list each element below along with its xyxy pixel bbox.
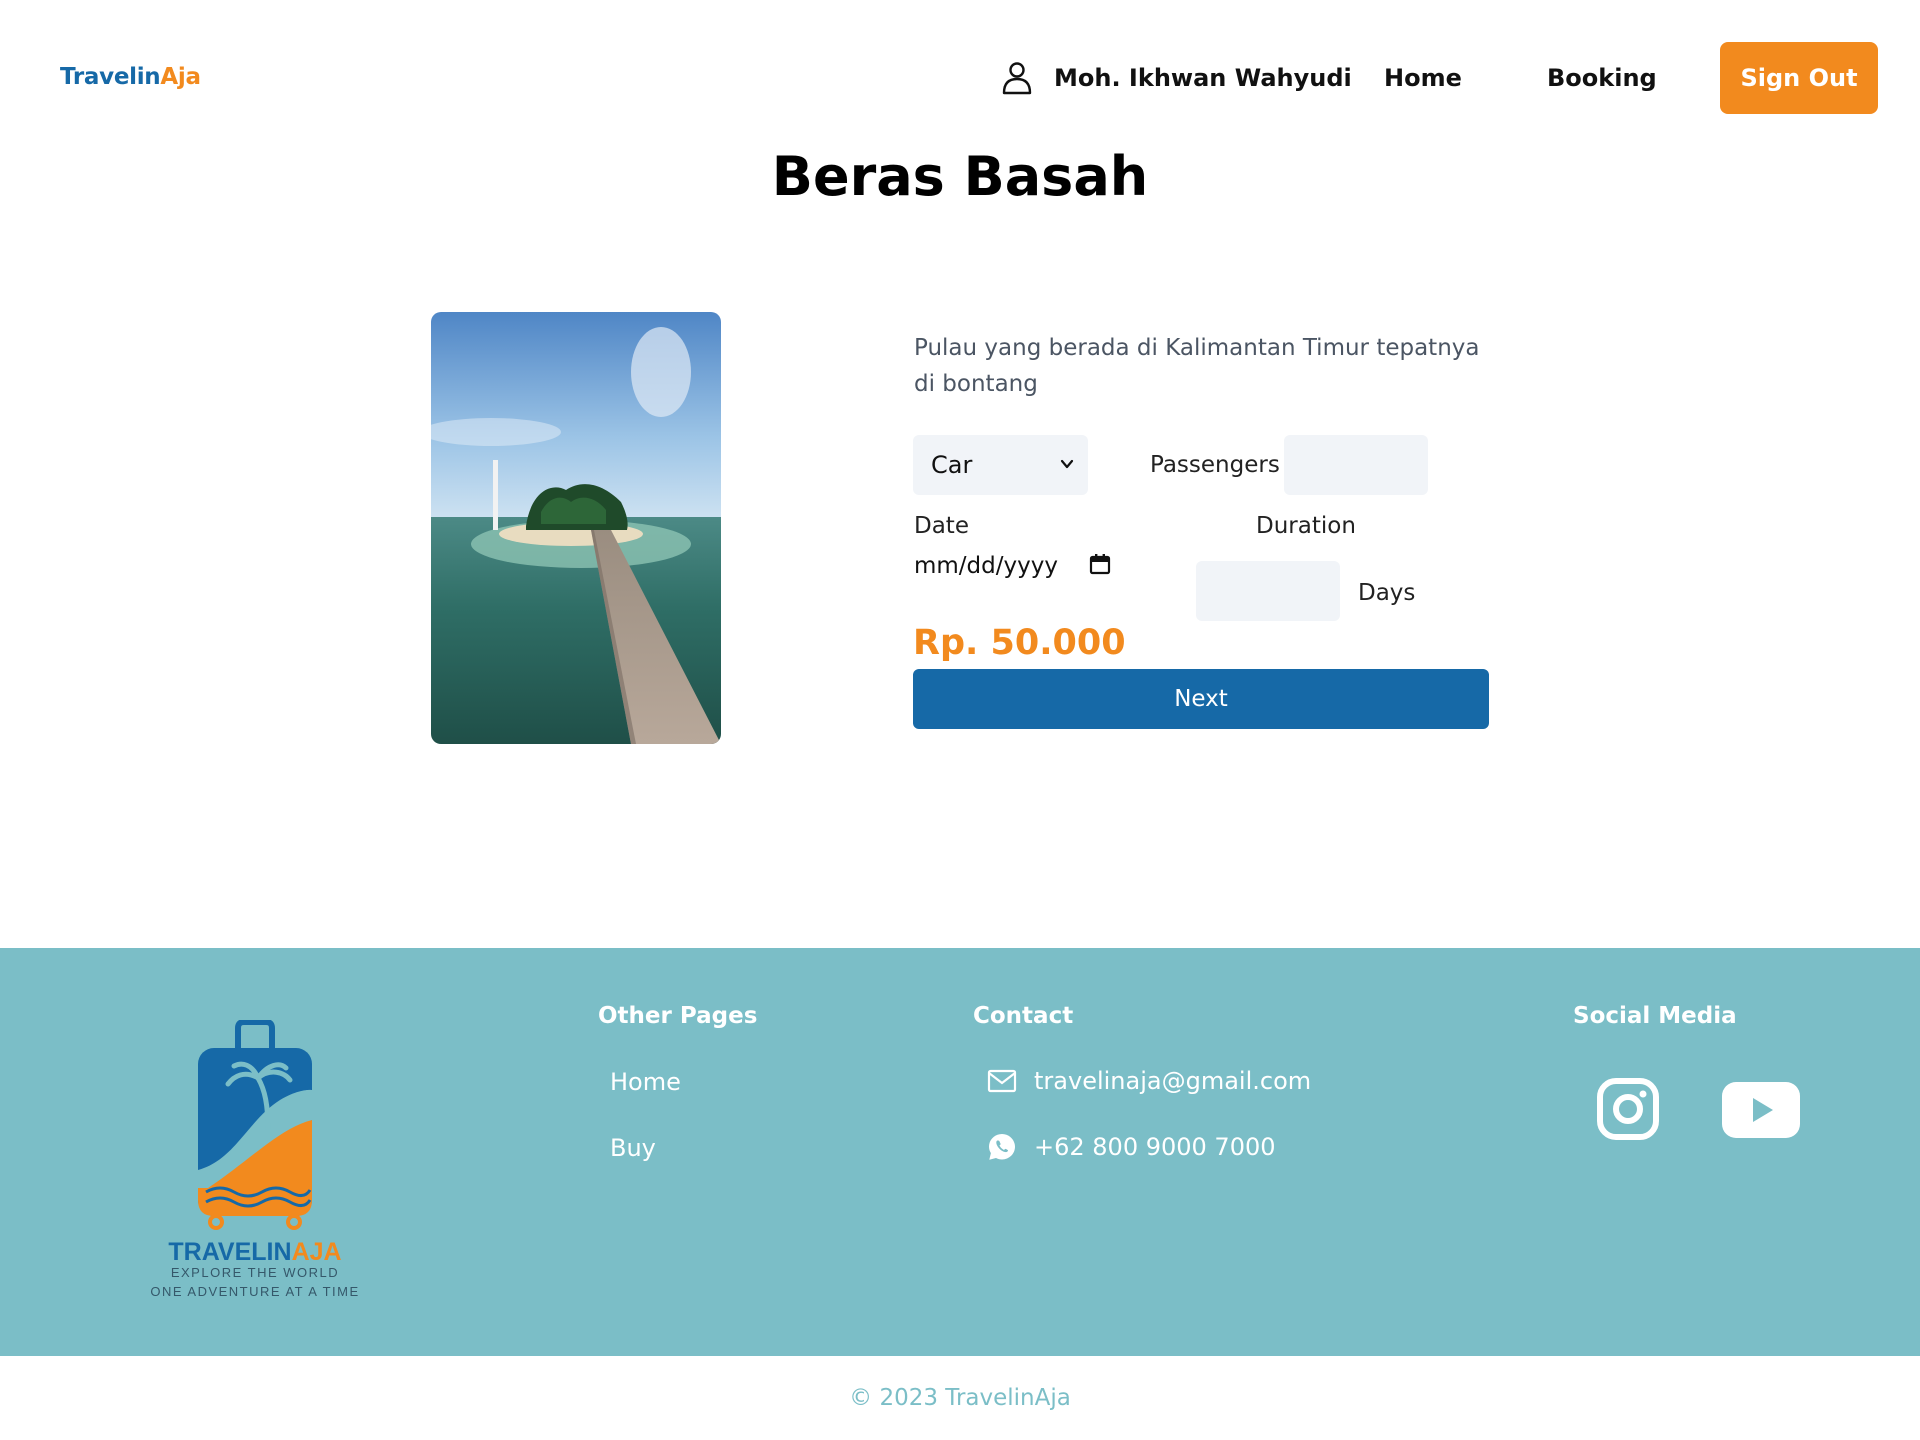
passengers-label: Passengers bbox=[1150, 452, 1280, 478]
destination-image bbox=[431, 312, 721, 744]
navbar: TravelinAja Moh. Ikhwan Wahyudi Home Boo… bbox=[0, 0, 1920, 160]
contact-heading: Contact bbox=[973, 1003, 1074, 1029]
contact-phone-text: +62 800 9000 7000 bbox=[1034, 1133, 1276, 1161]
contact-phone[interactable]: +62 800 9000 7000 bbox=[987, 1130, 1276, 1164]
brand-logo[interactable]: TravelinAja bbox=[60, 64, 201, 90]
social-media-heading: Social Media bbox=[1573, 1003, 1737, 1029]
contact-email[interactable]: travelinaja@gmail.com bbox=[987, 1064, 1311, 1098]
youtube-icon[interactable] bbox=[1722, 1082, 1800, 1138]
date-input[interactable]: mm/dd/yyyy bbox=[914, 550, 1114, 582]
vehicle-select-value: Car bbox=[931, 451, 973, 479]
price-display: Rp. 50.000 bbox=[913, 623, 1126, 663]
sign-out-button[interactable]: Sign Out bbox=[1720, 42, 1878, 114]
user-name: Moh. Ikhwan Wahyudi bbox=[1054, 64, 1352, 92]
chevron-down-icon bbox=[1060, 459, 1074, 469]
date-label: Date bbox=[914, 513, 969, 539]
footer-link-buy[interactable]: Buy bbox=[610, 1134, 656, 1162]
logo-tagline-2: ONE ADVENTURE AT A TIME bbox=[150, 1284, 359, 1299]
logo-text-part2: AJA bbox=[292, 1238, 342, 1266]
nav-link-booking[interactable]: Booking bbox=[1547, 64, 1657, 92]
vehicle-select[interactable]: Car bbox=[913, 435, 1088, 495]
user-profile[interactable]: Moh. Ikhwan Wahyudi bbox=[998, 58, 1352, 98]
user-icon bbox=[1002, 62, 1032, 95]
island-photo-icon bbox=[431, 312, 721, 744]
nav-link-home[interactable]: Home bbox=[1384, 64, 1462, 92]
whatsapp-icon bbox=[989, 1134, 1015, 1160]
copyright: © 2023 TravelinAja bbox=[849, 1385, 1071, 1411]
svg-text:TRAVELINAJA: TRAVELINAJA bbox=[168, 1238, 341, 1266]
mail-icon bbox=[987, 1069, 1017, 1093]
destination-description: Pulau yang berada di Kalimantan Timur te… bbox=[914, 335, 1480, 397]
suitcase-logo-icon: TRAVELINAJA EXPLORE THE WORLD ONE ADVENT… bbox=[150, 1019, 359, 1299]
duration-label: Duration bbox=[1256, 513, 1356, 539]
other-pages-heading: Other Pages bbox=[598, 1003, 758, 1029]
instagram-icon[interactable] bbox=[1596, 1077, 1660, 1141]
days-label: Days bbox=[1358, 580, 1416, 606]
next-button[interactable]: Next bbox=[913, 669, 1489, 729]
passengers-input[interactable] bbox=[1284, 435, 1428, 495]
brand-part1: Travelin bbox=[60, 64, 161, 90]
footer-logo: TRAVELINAJA EXPLORE THE WORLD ONE ADVENT… bbox=[130, 1019, 380, 1310]
calendar-icon[interactable] bbox=[1088, 552, 1112, 576]
footer-link-home[interactable]: Home bbox=[610, 1068, 681, 1096]
contact-email-text: travelinaja@gmail.com bbox=[1034, 1067, 1312, 1095]
logo-tagline-1: EXPLORE THE WORLD bbox=[171, 1265, 339, 1280]
logo-text-part1: TRAVELIN bbox=[168, 1238, 291, 1266]
date-placeholder: mm/dd/yyyy bbox=[914, 553, 1058, 579]
page-title: Beras Basah bbox=[771, 145, 1149, 208]
duration-input[interactable] bbox=[1196, 561, 1340, 621]
brand-part2: Aja bbox=[160, 64, 201, 90]
